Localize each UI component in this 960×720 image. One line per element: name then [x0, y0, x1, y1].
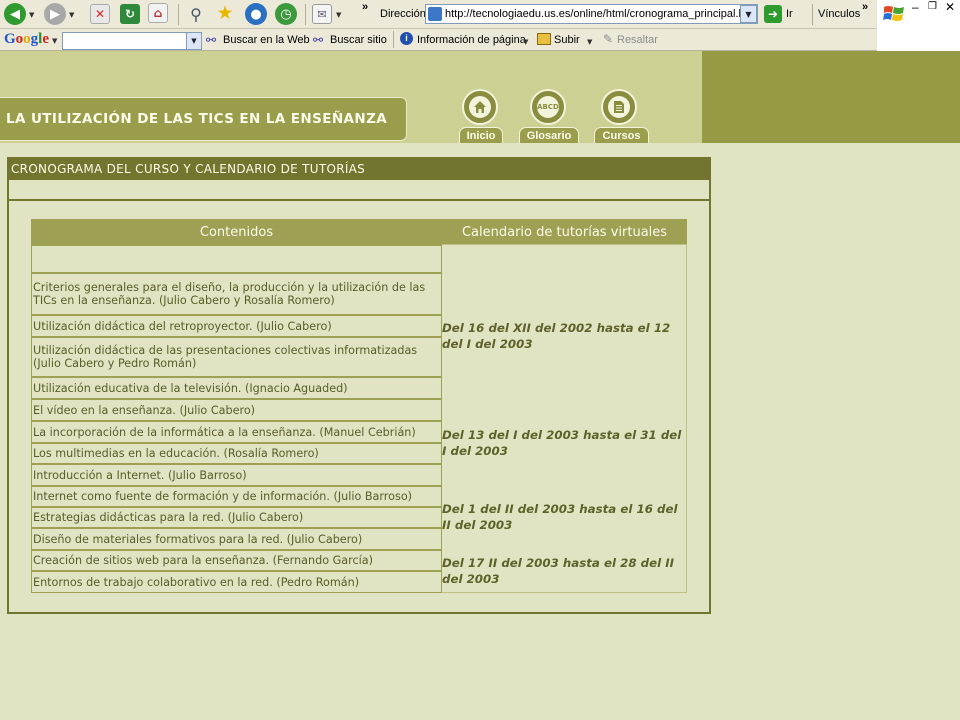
table-row: Internet como fuente de formación y de i… [31, 486, 442, 507]
window-controls-area: – ❐ ✕ [877, 0, 960, 51]
table-row [31, 245, 442, 273]
go-arrow-icon[interactable]: ➜ [764, 5, 782, 23]
toolbar-overflow-icon[interactable]: » [362, 1, 368, 13]
calendar-column [442, 244, 687, 593]
windows-logo-icon [883, 6, 904, 21]
search-icon[interactable]: ⚲ [186, 4, 206, 24]
calendar-entry: Del 17 II del 2003 hasta el 28 del II de… [442, 556, 675, 586]
site-title: LA UTILIZACIÓN DE LAS TICS EN LA ENSEÑAN… [6, 111, 388, 127]
forward-dropdown-icon[interactable]: ▼ [69, 11, 74, 19]
refresh-icon[interactable]: ↻ [120, 4, 140, 24]
search-web-button[interactable]: Buscar en la Web [223, 34, 310, 46]
table-row: Utilización didáctica de las presentacio… [31, 337, 442, 377]
mail-dropdown-icon[interactable]: ▼ [336, 11, 341, 19]
header-calendario: Calendario de tutorías virtuales [442, 219, 687, 245]
site-title-bar: LA UTILIZACIÓN DE LAS TICS EN LA ENSEÑAN… [0, 97, 407, 141]
address-url: http://tecnologiaedu.us.es/online/html/c… [445, 8, 757, 20]
table-row: Estrategias didácticas para la red. (Jul… [31, 507, 442, 528]
calendar-entry: Del 1 del II del 2003 hasta el 16 del II… [442, 502, 678, 532]
google-search-input[interactable] [62, 32, 202, 50]
address-dropdown-icon[interactable]: ▼ [740, 5, 757, 23]
tab-inicio[interactable]: Inicio [459, 127, 503, 143]
page-icon [428, 7, 442, 21]
highlight-button[interactable]: Resaltar [617, 34, 658, 46]
back-dropdown-icon[interactable]: ▼ [29, 11, 34, 19]
calendar-entry: Del 13 del I del 2003 hasta el 31 del I … [442, 428, 682, 458]
table-row: Utilización didáctica del retroproyector… [31, 315, 442, 337]
google-menu-dropdown-icon[interactable]: ▼ [52, 37, 57, 45]
binoculars-icon[interactable]: ⚯ [206, 33, 216, 47]
links-overflow-icon[interactable]: » [862, 1, 868, 13]
links-label[interactable]: Vínculos [818, 8, 860, 20]
search-site-button[interactable]: Buscar sitio [330, 34, 387, 46]
tab-cursos[interactable]: Cursos [594, 127, 649, 143]
page-info-dropdown-icon[interactable]: ▼ [523, 38, 528, 46]
panel-divider [9, 199, 709, 201]
up-button[interactable]: Subir [554, 34, 580, 46]
table-row: Criterios generales para el diseño, la p… [31, 273, 442, 315]
search-site-icon[interactable]: ⚯ [313, 33, 323, 47]
site-header-accent [702, 51, 960, 143]
tab-glosario[interactable]: Glosario [519, 127, 579, 143]
restore-icon[interactable]: ❐ [928, 1, 937, 12]
info-icon[interactable]: i [400, 32, 413, 45]
media-icon[interactable]: ● [245, 3, 267, 25]
favorites-icon[interactable]: ★ [215, 2, 235, 24]
courses-nav-icon[interactable] [601, 89, 637, 125]
browser-toolbar: ◀ ▼ ▶ ▼ ✕ ↻ ⌂ ⚲ ★ ● ◷ ✉ ▼ » Dirección ht… [0, 0, 877, 29]
google-toolbar: Google ▼ ▼ ⚯ Buscar en la Web ⚯ Buscar s… [0, 29, 877, 51]
address-label: Dirección [380, 8, 426, 20]
table-row: Los multimedias en la educación. (Rosalí… [31, 443, 442, 464]
calendar-entry: Del 16 del XII del 2002 hasta el 12 del … [442, 321, 671, 351]
up-dropdown-icon[interactable]: ▼ [587, 38, 592, 46]
back-icon[interactable]: ◀ [4, 3, 26, 25]
folder-up-icon[interactable] [537, 33, 551, 45]
mail-icon[interactable]: ✉ [312, 4, 332, 24]
table-row: La incorporación de la informática a la … [31, 421, 442, 443]
header-contenidos: Contenidos [31, 219, 442, 245]
highlight-icon[interactable]: ✎ [603, 32, 613, 46]
google-logo: Google [4, 31, 50, 47]
forward-icon[interactable]: ▶ [44, 3, 66, 25]
google-search-dropdown-icon[interactable]: ▼ [186, 33, 201, 49]
panel-heading: CRONOGRAMA DEL CURSO Y CALENDARIO DE TUT… [9, 159, 709, 180]
table-row: Utilización educativa de la televisión. … [31, 377, 442, 399]
glossary-nav-icon[interactable]: ABCD [530, 89, 566, 125]
home-nav-icon[interactable] [462, 89, 498, 125]
table-row: El vídeo en la enseñanza. (Julio Cabero) [31, 399, 442, 421]
stop-icon[interactable]: ✕ [90, 4, 110, 24]
page-info-button[interactable]: Información de página [417, 34, 526, 46]
go-button[interactable]: Ir [786, 8, 793, 20]
close-icon[interactable]: ✕ [945, 0, 955, 14]
table-row: Introducción a Internet. (Julio Barroso) [31, 464, 442, 486]
address-bar[interactable]: http://tecnologiaedu.us.es/online/html/c… [425, 4, 758, 24]
minimize-icon[interactable]: – [912, 0, 919, 14]
table-row: Diseño de materiales formativos para la … [31, 528, 442, 550]
home-icon[interactable]: ⌂ [148, 3, 168, 23]
history-icon[interactable]: ◷ [275, 3, 297, 25]
table-row: Entornos de trabajo colaborativo en la r… [31, 571, 442, 593]
table-row: Creación de sitios web para la enseñanza… [31, 550, 442, 571]
